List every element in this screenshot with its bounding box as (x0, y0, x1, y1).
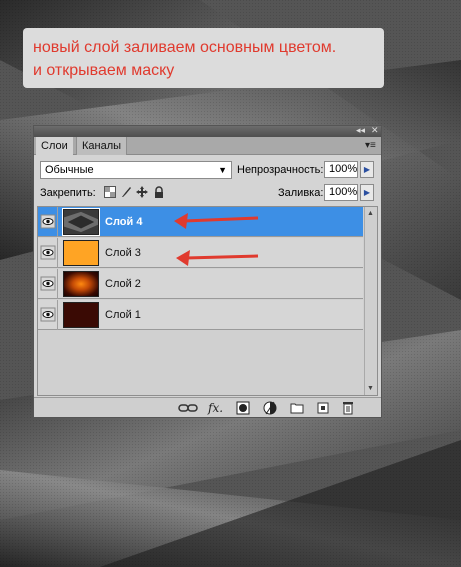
panel-titlebar: ◂◂ ✕ (34, 125, 381, 137)
layer-name: Слой 1 (105, 309, 141, 321)
callout-line-1: новый слой заливаем основным цветом. (33, 39, 337, 56)
layer-row-1[interactable]: Слой 1 (38, 300, 363, 330)
tab-channels[interactable]: Каналы (76, 137, 128, 155)
blend-mode-select[interactable]: Обычные ▼ (40, 161, 232, 179)
visibility-toggle[interactable] (38, 269, 58, 299)
fx-icon[interactable]: fx. (208, 401, 224, 415)
layer-thumbnail (63, 271, 99, 297)
eye-icon (40, 307, 56, 322)
layer-name: Слой 2 (105, 278, 141, 290)
layers-scrollbar[interactable]: ▲ ▼ (364, 207, 377, 395)
eye-icon (40, 276, 56, 291)
fill-field[interactable]: 100% (324, 184, 358, 201)
lock-transparency-icon[interactable] (104, 186, 116, 198)
layer-row-3[interactable]: Слой 3 (38, 238, 363, 268)
opacity-field[interactable]: 100% (324, 161, 358, 178)
fill-label: Заливка: (278, 187, 324, 199)
layers-list: Слой 4 Слой 3 Слой 2 Слой 1 ▲ ▼ (37, 206, 378, 396)
link-icon[interactable] (178, 401, 198, 415)
layer-name: Слой 4 (105, 216, 143, 228)
collapse-icon[interactable]: ◂◂ (356, 125, 365, 136)
lock-brush-icon[interactable] (120, 186, 132, 198)
callout-line-2: и открываем маску (33, 62, 175, 79)
adjustment-icon[interactable] (262, 401, 278, 415)
layer-thumbnail (63, 240, 99, 266)
scroll-down-icon[interactable]: ▼ (367, 385, 374, 392)
visibility-toggle[interactable] (38, 207, 58, 237)
layer-row-2[interactable]: Слой 2 (38, 269, 363, 299)
eye-icon (40, 214, 56, 229)
layer-thumbnail (62, 208, 100, 236)
lock-position-icon[interactable] (136, 186, 148, 198)
close-icon[interactable]: ✕ (371, 125, 379, 136)
panel-tabs: Слои Каналы ▾≡ (34, 137, 381, 156)
visibility-toggle[interactable] (38, 300, 58, 330)
layer-name: Слой 3 (105, 247, 141, 259)
panel-footer: fx. (34, 397, 381, 417)
opacity-label: Непрозрачность: (237, 164, 324, 176)
trash-icon[interactable] (340, 401, 356, 415)
new-layer-icon[interactable] (315, 401, 331, 415)
chevron-down-icon: ▼ (218, 165, 227, 175)
blend-mode-value: Обычные (45, 164, 94, 176)
layer-thumbnail (63, 302, 99, 328)
instruction-callout: новый слой заливаем основным цветом. и о… (23, 28, 384, 88)
eye-icon (40, 245, 56, 260)
folder-icon[interactable] (289, 401, 305, 415)
panel-menu-icon[interactable]: ▾≡ (365, 140, 377, 151)
visibility-toggle[interactable] (38, 238, 58, 268)
tab-layers[interactable]: Слои (36, 137, 73, 156)
mask-icon[interactable] (235, 401, 251, 415)
layer-row-4[interactable]: Слой 4 (38, 207, 363, 237)
fill-stepper[interactable]: ▶ (360, 184, 374, 201)
scroll-up-icon[interactable]: ▲ (367, 210, 374, 217)
lock-all-icon[interactable] (153, 186, 165, 198)
opacity-stepper[interactable]: ▶ (360, 161, 374, 178)
layers-panel: ◂◂ ✕ Слои Каналы ▾≡ Обычные ▼ Непрозрачн… (33, 125, 382, 418)
lock-label: Закрепить: (40, 187, 96, 199)
